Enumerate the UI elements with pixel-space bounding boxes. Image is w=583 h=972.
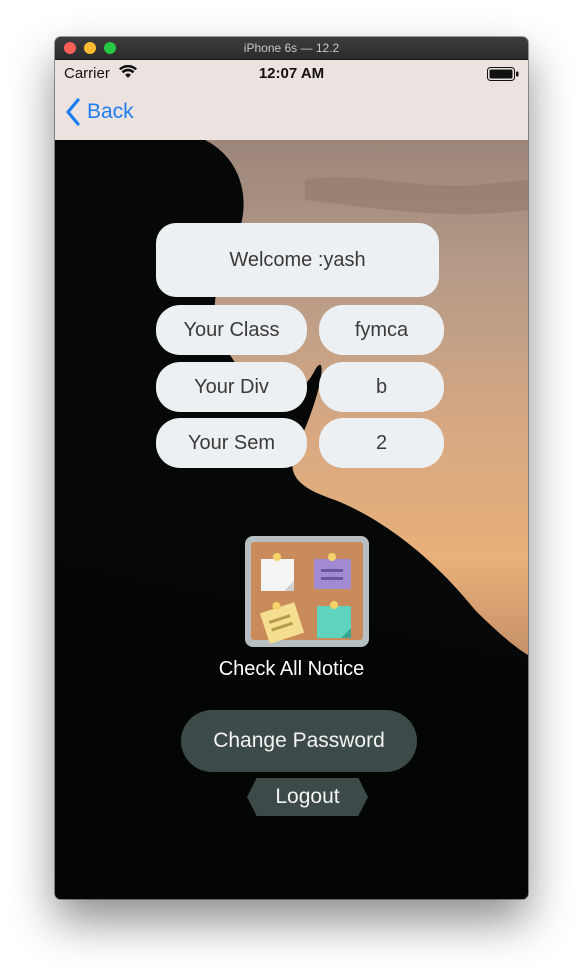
window-title: iPhone 6s — 12.2	[243, 41, 340, 55]
notice-board-icon[interactable]	[244, 535, 370, 648]
status-time: 12:07 AM	[258, 65, 325, 82]
check-notice-label[interactable]: Check All Notice	[55, 658, 528, 681]
chevron-left-icon	[66, 98, 80, 126]
div-label: Your Div	[156, 362, 307, 412]
back-label: Back	[87, 100, 134, 123]
simulator-window: iPhone 6s — 12.2 Carrier 12:07 AM Back W…	[55, 37, 528, 899]
navigation-bar: Carrier 12:07 AM Back	[55, 60, 528, 140]
back-button[interactable]: Back	[65, 97, 134, 127]
class-label: Your Class	[156, 305, 307, 355]
sem-value: 2	[319, 418, 444, 468]
phone-screen: Carrier 12:07 AM Back Welcome :yash Your…	[55, 60, 528, 899]
window-titlebar: iPhone 6s — 12.2	[55, 37, 528, 60]
logout-button[interactable]: Logout	[247, 778, 368, 816]
class-value: fymca	[319, 305, 444, 355]
sem-label: Your Sem	[156, 418, 307, 468]
welcome-label: Welcome :yash	[156, 223, 439, 297]
change-password-button[interactable]: Change Password	[181, 710, 417, 772]
div-value: b	[319, 362, 444, 412]
battery-icon	[487, 67, 519, 81]
